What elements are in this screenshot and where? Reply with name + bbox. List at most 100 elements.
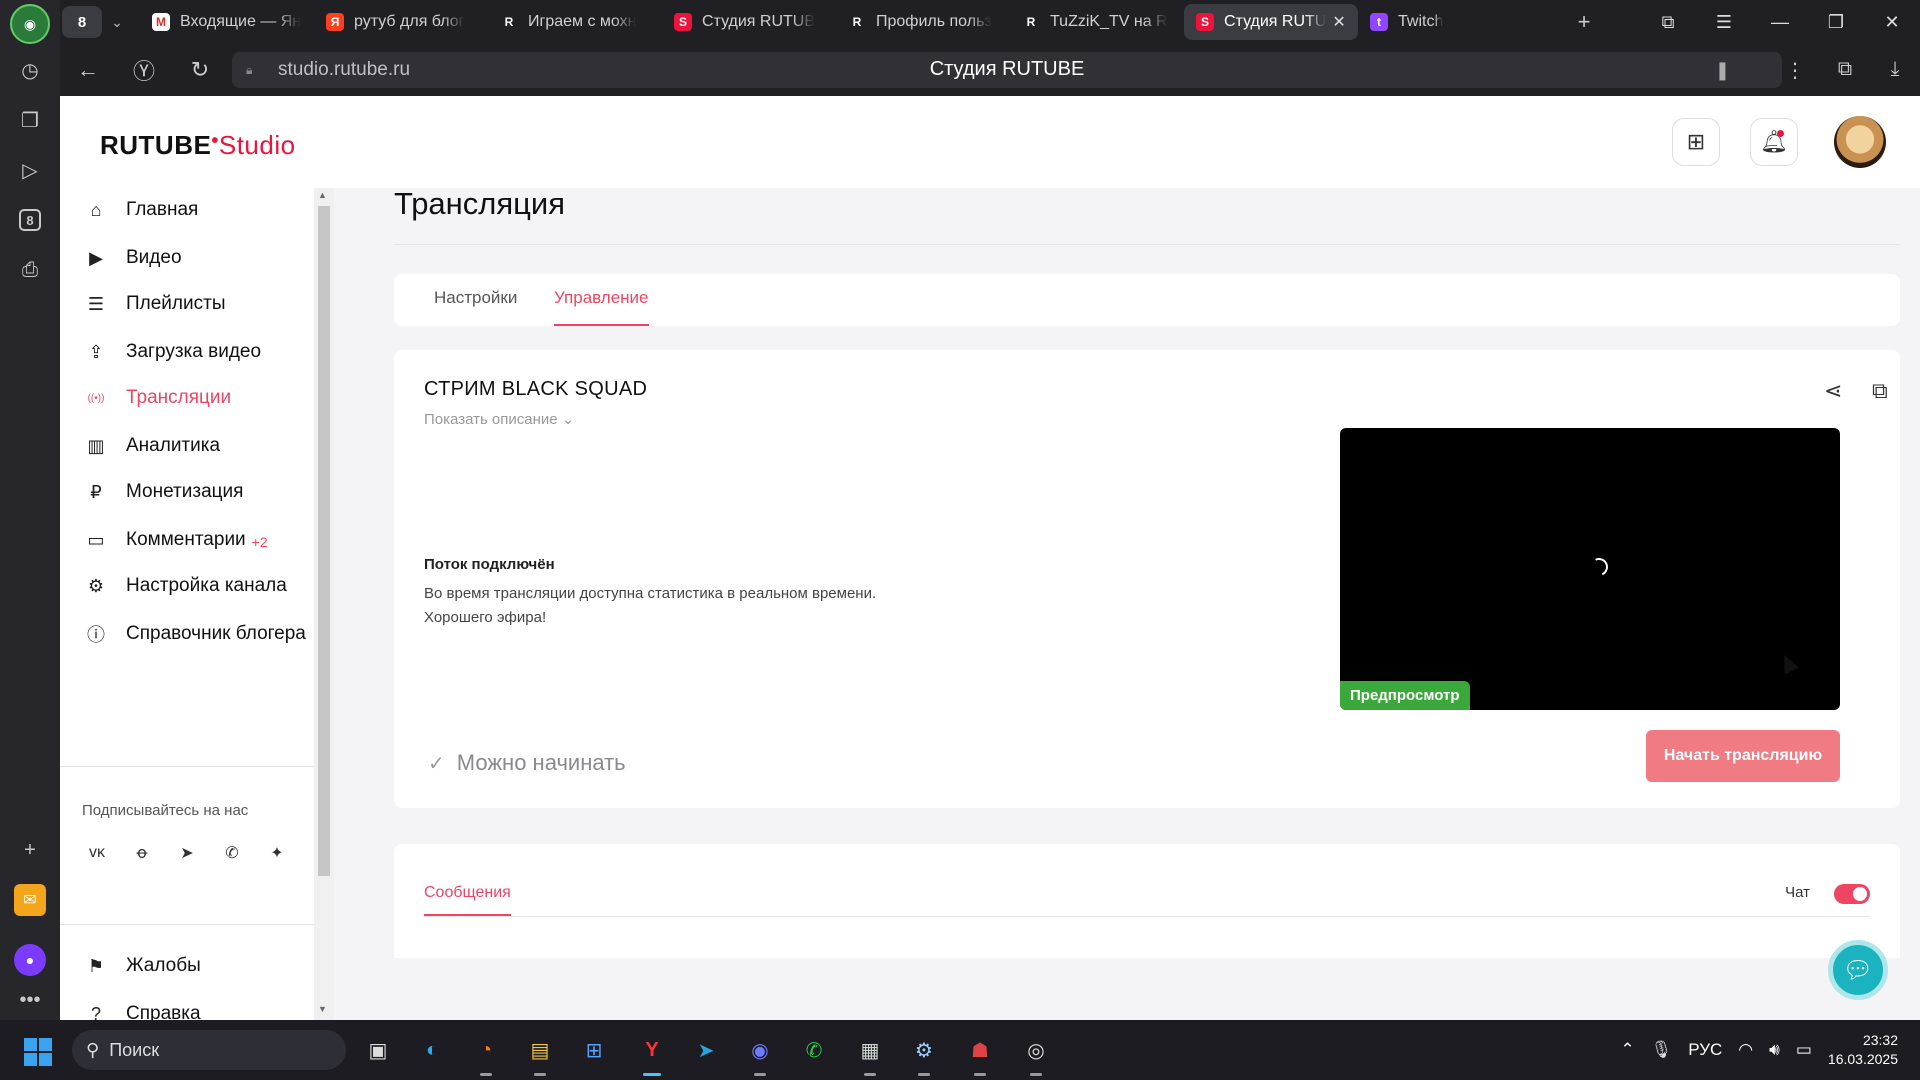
sidebar-item[interactable]: ▶ Видео [84, 238, 181, 278]
browser-profile-avatar[interactable]: ◉ [10, 4, 50, 44]
sidebar-item[interactable]: ⇪ Загрузка видео [84, 332, 261, 372]
ready-status: ✓ Можно начинать [428, 750, 626, 776]
task-view-icon[interactable]: ▣ [360, 1032, 396, 1068]
odnoklassniki-icon[interactable]: ꝋ [127, 838, 157, 868]
app-window-icon[interactable]: ▦ [852, 1032, 888, 1076]
battery-icon[interactable]: ▭ [1796, 1040, 1812, 1060]
url-field[interactable]: 🔒︎ studio.rutube.ru Студия RUTUBE ❚ [232, 52, 1782, 88]
browser-tab[interactable]: S Студия RUTUB [662, 4, 836, 40]
yandex-8-icon[interactable]: 8 [19, 209, 41, 231]
tab-manager-icon[interactable]: ⧉ [1640, 12, 1696, 33]
telegram-icon[interactable]: ➤ [172, 838, 202, 868]
new-tab-button[interactable]: + [1568, 6, 1600, 38]
collections-icon[interactable]: ❐ [14, 104, 46, 136]
browser-tab[interactable]: M Входящие — Ян [140, 4, 314, 40]
share-icon[interactable]: ⋖ [1824, 378, 1842, 404]
browser-tab[interactable]: R Играем с мохн [488, 4, 662, 40]
downloads-icon[interactable]: ⤓ [1870, 58, 1920, 83]
sidebar-scroll-thumb[interactable] [318, 206, 330, 876]
tabs-home-button[interactable]: 8 [62, 6, 102, 38]
dzen-icon[interactable]: ✦ [262, 838, 292, 868]
history-icon[interactable]: ◷ [14, 54, 46, 86]
support-chat-button[interactable]: 💬︎ [1828, 940, 1888, 1000]
chat-toggle[interactable] [1834, 884, 1870, 904]
stream-preview-player[interactable]: Предпросмотр [1340, 428, 1840, 710]
open-external-icon[interactable]: ⧉ [1872, 378, 1888, 404]
yandex-logo-icon[interactable]: Ⓨ [116, 54, 172, 86]
wifi-icon[interactable]: ◠ [1738, 1040, 1753, 1060]
close-button[interactable]: ✕ [1864, 12, 1920, 33]
discord-icon[interactable]: ◉ [742, 1032, 778, 1076]
taskbar-search[interactable]: ⚲ Поиск [72, 1030, 346, 1070]
yandex-mail-icon[interactable]: ✉ [14, 884, 46, 916]
back-button[interactable]: ← [60, 57, 116, 83]
close-tab-icon[interactable]: ✕ [1332, 12, 1345, 32]
browser-tab[interactable]: Ярутуб для блог [314, 4, 488, 40]
volume-icon[interactable]: 🔊︎ [1769, 1040, 1780, 1060]
user-avatar[interactable] [1834, 116, 1886, 168]
yandex-browser-icon[interactable]: Y [634, 1032, 670, 1076]
more-icon[interactable]: ••• [14, 984, 46, 1016]
scroll-down-icon[interactable]: ▼ [318, 1004, 327, 1014]
sidebar-bottom-item[interactable]: ? Справка [84, 994, 201, 1020]
start-broadcast-button[interactable]: Начать трансляцию [1646, 730, 1840, 782]
steam-icon[interactable]: ⚙ [906, 1032, 942, 1076]
notifications-button[interactable]: 🔔︎ [1750, 118, 1798, 166]
alice-assistant-icon[interactable]: ● [14, 944, 46, 976]
black-squad-icon[interactable]: ☗ [962, 1032, 998, 1076]
screenshot-icon[interactable]: ⎙ [14, 254, 46, 286]
video-player-icon[interactable]: ▷ [14, 154, 46, 186]
windows-start-icon[interactable] [24, 1038, 52, 1066]
tab-messages[interactable]: Сообщения [424, 884, 511, 916]
sidebar-item[interactable]: ⚙ Настройка канала [84, 566, 287, 606]
telegram-taskbar-icon[interactable]: ➤ [688, 1032, 724, 1068]
browser-tab[interactable]: t Twitch [1358, 4, 1532, 40]
tray-expand-icon[interactable]: ⌃ [1620, 1040, 1634, 1060]
add-panel-icon[interactable]: + [14, 834, 46, 866]
rutube-studio-logo[interactable]: RUTUBE•Studio [100, 130, 296, 161]
playlist-icon: ☰ [87, 293, 105, 314]
stream-title: СТРИМ BLACK SQUAD [424, 378, 648, 400]
language-indicator[interactable]: РУС [1688, 1040, 1722, 1060]
whatsapp-icon[interactable]: ✆ [796, 1032, 832, 1068]
sidebar-item[interactable]: ⓘ Справочник блогера [84, 614, 306, 654]
edge-icon[interactable]: ◐ [414, 1032, 450, 1068]
browser-tab[interactable]: R Профиль польз [836, 4, 1010, 40]
tab-settings[interactable]: Настройки [434, 288, 517, 308]
browser-tab[interactable]: R TuZziK_TV на R [1010, 4, 1184, 40]
heading-divider [394, 244, 1900, 245]
reload-button[interactable]: ↻ [172, 57, 228, 83]
search-label: Поиск [109, 1039, 160, 1060]
check-icon: ✓ [428, 752, 445, 775]
vk-icon[interactable]: ᴠᴋ [82, 838, 112, 868]
sidebar-item-label: Аналитика [126, 435, 221, 456]
file-explorer-icon[interactable]: ▤ [522, 1032, 558, 1076]
store-icon[interactable]: ⊞ [576, 1032, 612, 1068]
chevron-down-icon[interactable]: ⌄ [102, 6, 132, 38]
stream-status-text: Во время трансляции доступна статистика … [424, 582, 876, 630]
browser-tab[interactable]: S Студия RUTU ✕ [1184, 4, 1358, 40]
sidebar-item[interactable]: ☰ Плейлисты [84, 284, 226, 324]
app-header: RUTUBE•Studio ⊞ 🔔︎ [60, 96, 1920, 188]
extensions-icon[interactable]: ⧉ [1820, 58, 1870, 83]
tab-control[interactable]: Управление [554, 288, 649, 326]
viber-icon[interactable]: ✆ [217, 838, 247, 868]
sidebar-item[interactable]: ⌂ Главная [84, 190, 199, 230]
sidebar-item[interactable]: ((•)) Трансляции [84, 378, 232, 418]
scroll-up-icon[interactable]: ▲ [318, 190, 327, 200]
show-description-toggle[interactable]: Показать описание ⌄ [424, 410, 574, 428]
obs-icon[interactable]: ◎ [1018, 1032, 1054, 1076]
menu-icon[interactable]: ☰ [1696, 12, 1752, 33]
more-vertical-icon[interactable]: ⋮ [1770, 58, 1820, 83]
maximize-button[interactable]: ❐ [1808, 12, 1864, 33]
minimize-button[interactable]: — [1752, 12, 1808, 33]
bookmark-icon[interactable]: ❚ [1715, 60, 1730, 81]
sidebar-item[interactable]: ₽ Монетизация [84, 472, 243, 512]
sidebar-item[interactable]: ▥ Аналитика [84, 426, 220, 466]
microphone-icon[interactable]: 🎙︎ [1651, 1040, 1673, 1060]
create-button[interactable]: ⊞ [1672, 118, 1720, 166]
sidebar-item[interactable]: ▭ Комментарии +2 [84, 520, 267, 560]
clock[interactable]: 23:32 16.03.2025 [1828, 1031, 1898, 1069]
music-app-icon[interactable]: ◔ [468, 1032, 504, 1076]
sidebar-bottom-item[interactable]: ⚑ Жалобы [84, 946, 201, 986]
